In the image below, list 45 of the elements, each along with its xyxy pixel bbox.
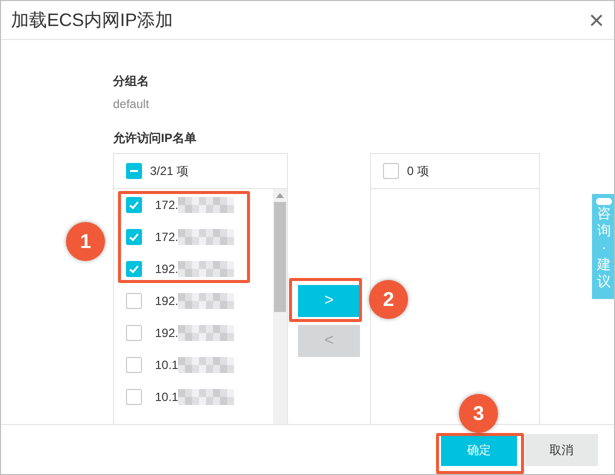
checkbox[interactable] — [126, 229, 142, 245]
redaction-drawing — [178, 197, 234, 213]
group-label: 分组名 — [113, 73, 150, 90]
step-badge: 1 — [66, 222, 105, 261]
feedback-label: 建 — [597, 256, 611, 273]
checkbox[interactable] — [126, 293, 142, 309]
redaction-drawing — [178, 261, 234, 277]
checkbox[interactable] — [126, 357, 142, 373]
group-value: default — [113, 96, 150, 113]
ip-address[interactable]: 192. — [155, 292, 178, 310]
ip-address[interactable]: 192. — [155, 260, 178, 278]
scroll-up-icon[interactable] — [276, 193, 284, 198]
dialog-title: 加载ECS内网IP添加 — [11, 8, 174, 32]
check-icon — [129, 201, 139, 210]
close-button[interactable]: × — [588, 7, 604, 33]
check-icon — [129, 233, 139, 242]
ip-address[interactable]: 172. — [155, 228, 178, 246]
feedback-label: 咨 — [597, 205, 611, 222]
step-badge: 3 — [459, 394, 498, 433]
ip-address[interactable]: 10.1 — [155, 388, 178, 406]
feedback-label: 议 — [597, 273, 611, 290]
redaction-drawing — [178, 357, 234, 373]
checkbox[interactable] — [126, 197, 142, 213]
redaction-drawing — [178, 389, 234, 405]
whitelist-label: 允许访问IP名单 — [113, 130, 198, 147]
checkbox[interactable] — [126, 261, 142, 277]
ip-address[interactable]: 10.1 — [155, 356, 178, 374]
redaction-drawing — [178, 293, 234, 309]
minus-icon — [130, 170, 138, 172]
checkbox[interactable] — [126, 163, 142, 179]
check-icon — [129, 265, 139, 274]
ip-address[interactable]: 172. — [155, 196, 178, 214]
cancel-button[interactable]: 取消 — [525, 434, 598, 466]
step-badge: 2 — [369, 280, 408, 319]
item-count: 0 项 — [407, 163, 430, 180]
redaction-drawing — [178, 325, 234, 341]
scrollbar[interactable] — [273, 189, 287, 424]
feedback-label: 询 — [597, 222, 611, 239]
item-count: 3/21 项 — [150, 163, 189, 180]
redaction-drawing — [178, 229, 234, 245]
feedback-label: · — [600, 239, 608, 256]
checkbox[interactable] — [126, 389, 142, 405]
ip-address[interactable]: 192. — [155, 324, 178, 342]
checkbox[interactable] — [383, 163, 399, 179]
checkbox[interactable] — [126, 325, 142, 341]
